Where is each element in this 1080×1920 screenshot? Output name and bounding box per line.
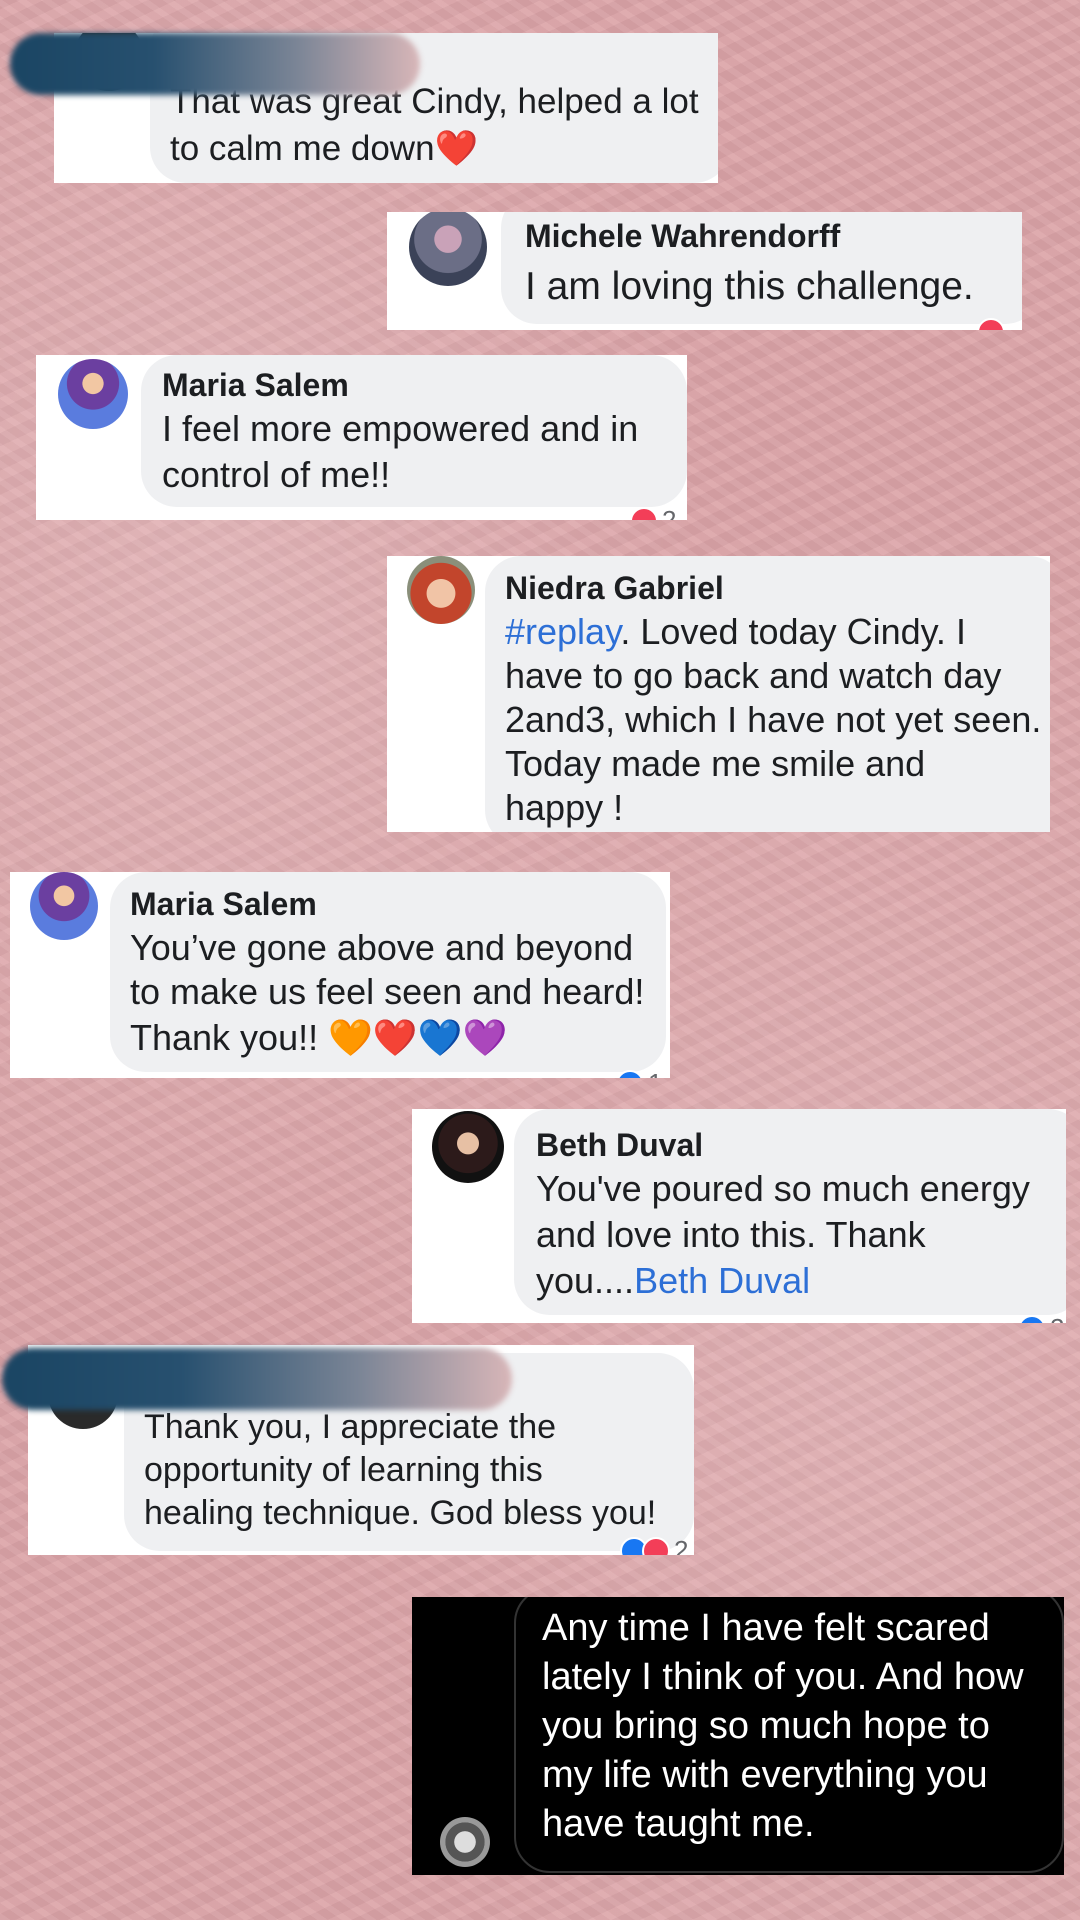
reaction-summary[interactable] <box>977 318 1005 330</box>
comment-text-line: healing technique. God bless you! <box>144 1494 657 1532</box>
commenter-name[interactable]: Beth Duval <box>536 1127 703 1164</box>
comment-card-5: Maria Salem You’ve gone above and beyond… <box>10 872 670 1078</box>
reaction-summary[interactable]: 2 <box>620 1535 688 1555</box>
commenter-name[interactable]: Maria Salem <box>162 367 349 404</box>
commenter-name[interactable]: Maria Salem <box>130 886 317 923</box>
reaction-count: 2 <box>662 505 677 520</box>
comment-text-line: you....Beth Duval <box>536 1260 811 1301</box>
comment-text-line: to make us feel seen and heard! <box>130 971 645 1012</box>
avatar[interactable] <box>432 1111 504 1183</box>
comment-text-line: You’ve gone above and beyond <box>130 927 634 968</box>
commenter-name[interactable]: Michele Wahrendorff <box>525 218 840 255</box>
comment-text-line: You've poured so much energy <box>536 1168 1030 1209</box>
comment-text-line: Thank you!! 🧡❤️💙💜 <box>130 1017 508 1058</box>
like-reaction-icon <box>1018 1314 1046 1323</box>
message-text-line: lately I think of you. And how <box>542 1656 1024 1698</box>
avatar[interactable] <box>440 1817 490 1867</box>
comment-card-6: Beth Duval You've poured so much energy … <box>412 1109 1066 1323</box>
reaction-count: 2 <box>1050 1313 1064 1323</box>
comment-text-line: to calm me down❤️ <box>170 129 479 168</box>
like-reaction-icon <box>616 1069 644 1078</box>
comment-card-2: Michele Wahrendorff I am loving this cha… <box>387 212 1022 330</box>
comment-text-line: have to go back and watch day <box>505 655 1002 696</box>
comment-text-line: Thank you, I appreciate the <box>144 1408 557 1446</box>
reaction-count: 2 <box>674 1535 689 1555</box>
redaction-bar <box>2 1348 512 1410</box>
mention-link[interactable]: Beth Duval <box>634 1260 810 1301</box>
message-text-line: have taught me. <box>542 1803 815 1845</box>
comment-text-line: and love into this. Thank <box>536 1214 926 1255</box>
avatar[interactable] <box>407 556 475 624</box>
reaction-count: 1 <box>648 1068 662 1078</box>
commenter-name[interactable]: Niedra Gabriel <box>505 570 724 607</box>
reaction-summary[interactable]: 2 <box>630 505 676 520</box>
reaction-summary[interactable]: 2 <box>1018 1313 1064 1323</box>
avatar[interactable] <box>409 212 487 286</box>
comment-text-line: happy ! <box>505 787 624 828</box>
message-text-line: my life with everything you <box>542 1754 988 1796</box>
comment-text-line: I feel more empowered and in <box>162 408 639 449</box>
comment-text: I am loving this challenge. <box>525 265 974 308</box>
comment-card-4: Niedra Gabriel #replay. Loved today Cind… <box>387 556 1050 832</box>
redaction-bar <box>10 33 420 95</box>
avatar[interactable] <box>30 872 98 940</box>
comment-text-line: control of me!! <box>162 454 391 495</box>
love-reaction-icon <box>630 506 658 520</box>
comment-text-line: opportunity of learning this <box>144 1451 543 1489</box>
love-reaction-icon <box>642 1536 670 1555</box>
message-text-line: you bring so much hope to <box>542 1705 990 1747</box>
comment-text-line: Today made me smile and <box>505 743 926 784</box>
comment-card-3: Maria Salem I feel more empowered and in… <box>36 355 687 520</box>
comment-text-line: #replay. Loved today Cindy. I <box>505 611 966 652</box>
comment-text-line: 2and3, which I have not yet seen. <box>505 699 1042 740</box>
message-card-dark: Any time I have felt scared lately I thi… <box>412 1597 1064 1875</box>
avatar[interactable] <box>58 359 128 429</box>
hashtag-link[interactable]: #replay <box>505 611 620 652</box>
reaction-summary[interactable]: 1 <box>616 1068 662 1078</box>
message-text-line: Any time I have felt scared <box>542 1607 990 1649</box>
